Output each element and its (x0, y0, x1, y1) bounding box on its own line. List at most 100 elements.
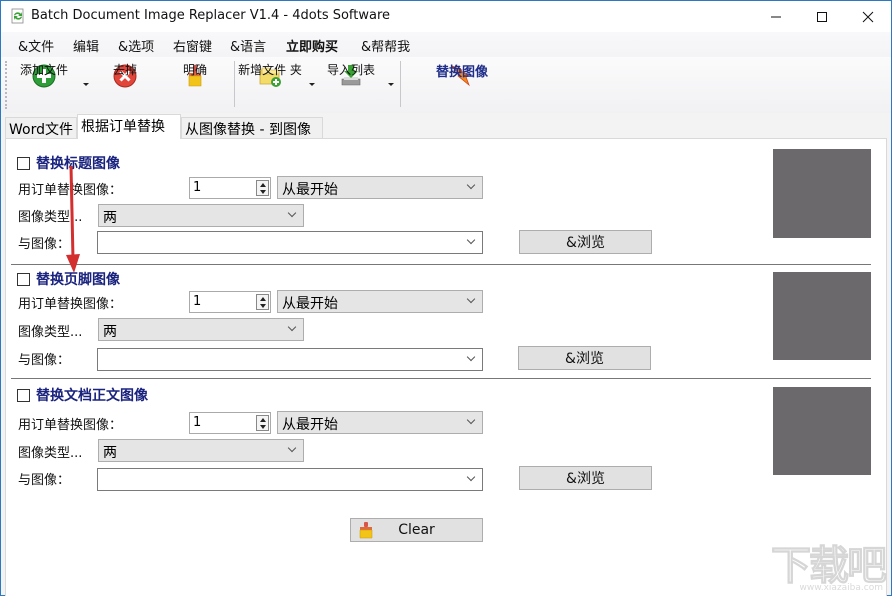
section-title: 替换文档正文图像 (36, 388, 148, 404)
add-folder-label: 新增文件 夹 (238, 63, 302, 77)
clear-list-label: 明确 (182, 63, 207, 77)
menu-buy-now[interactable]: 立即购买 (286, 36, 338, 55)
section-divider (11, 264, 871, 265)
order-spinner[interactable]: 1 (189, 412, 271, 434)
image-preview (773, 387, 871, 475)
title-bar: Batch Document Image Replacer V1.4 - 4do… (1, 1, 891, 32)
image-type-value: 两 (103, 210, 117, 226)
order-label: 用订单替换图像： (18, 183, 123, 198)
chevron-down-icon (466, 472, 476, 482)
tab-replace-from-image-to-image[interactable]: 从图像替换 - 到图像 (181, 117, 323, 139)
brush-icon (359, 522, 373, 539)
minimize-button[interactable] (753, 1, 799, 32)
spinner-up-icon (260, 297, 266, 301)
menu-context[interactable]: 右窗键 (173, 36, 212, 55)
chevron-down-icon (466, 180, 476, 190)
order-spinner[interactable]: 1 (189, 291, 271, 313)
with-image-label: 与图像： (18, 353, 71, 368)
section-divider (11, 378, 871, 379)
image-type-value: 两 (103, 324, 117, 340)
image-preview (773, 149, 871, 238)
close-button[interactable] (845, 1, 891, 32)
chevron-down-icon (466, 294, 476, 304)
tab-replace-by-order[interactable]: 根据订单替换 (77, 114, 181, 139)
toolbar-separator (234, 61, 235, 107)
image-type-dropdown[interactable]: 两 (98, 318, 304, 341)
with-image-combo[interactable] (97, 231, 483, 254)
replace-header-checkbox[interactable] (17, 156, 30, 170)
import-list-label: 导入列表 (326, 63, 375, 77)
from-value: 从最开始 (282, 296, 338, 312)
tab-word-files[interactable]: Word文件 (5, 117, 77, 139)
order-spinner[interactable]: 1 (189, 177, 271, 199)
section-title: 替换标题图像 (36, 156, 120, 172)
order-value: 1 (193, 180, 202, 195)
app-icon (11, 8, 24, 24)
image-type-dropdown[interactable]: 两 (98, 439, 304, 462)
clear-button[interactable]: Clear (350, 518, 483, 542)
spinner-arrows[interactable] (256, 415, 269, 431)
with-image-combo[interactable] (97, 468, 483, 491)
order-label: 用订单替换图像： (18, 418, 123, 433)
with-image-combo[interactable] (97, 348, 483, 371)
clear-list-button[interactable]: 明确 (175, 59, 215, 109)
menu-bar: &文件 编辑 &选项 右窗键 &语言 立即购买 &帮帮我 (1, 32, 891, 57)
chevron-down-icon (287, 208, 297, 218)
menu-file[interactable]: &文件 (18, 36, 54, 55)
add-files-button[interactable]: 添加文件 (17, 59, 71, 109)
from-value: 从最开始 (282, 182, 338, 198)
browse-button[interactable]: &浏览 (518, 346, 651, 370)
spinner-arrows[interactable] (256, 180, 269, 196)
order-value: 1 (193, 294, 202, 309)
app-window: Batch Document Image Replacer V1.4 - 4do… (0, 0, 892, 596)
browse-button[interactable]: &浏览 (519, 230, 652, 254)
remove-button[interactable]: 去掉 (105, 59, 145, 109)
from-dropdown[interactable]: 从最开始 (277, 290, 483, 313)
toolbar-grip[interactable] (5, 61, 7, 109)
chevron-down-icon (466, 352, 476, 362)
from-dropdown[interactable]: 从最开始 (277, 411, 483, 434)
section-title: 替换页脚图像 (36, 272, 120, 288)
menu-help[interactable]: &帮帮我 (361, 36, 410, 55)
with-image-label: 与图像： (18, 237, 71, 252)
chevron-down-icon (466, 235, 476, 245)
watermark-url: www.xiazaiba.com (799, 583, 883, 593)
with-image-label: 与图像： (18, 473, 71, 488)
chevron-down-icon (287, 443, 297, 453)
add-folder-dropdown-arrow[interactable] (309, 83, 315, 86)
import-list-button[interactable]: 导入列表 (323, 59, 379, 109)
add-folder-button[interactable]: 新增文件 夹 (237, 59, 303, 109)
tab-strip: Word文件 根据订单替换 从图像替换 - 到图像 (1, 113, 891, 139)
replace-images-label: 替换图像 (435, 65, 488, 80)
maximize-icon (817, 11, 827, 22)
menu-language[interactable]: &语言 (230, 36, 266, 55)
image-preview (773, 272, 871, 360)
spinner-up-icon (260, 183, 266, 187)
from-value: 从最开始 (282, 417, 338, 433)
add-files-dropdown-arrow[interactable] (83, 83, 89, 86)
add-files-label: 添加文件 (19, 63, 68, 77)
spinner-down-icon (260, 425, 266, 429)
menu-options[interactable]: &选项 (118, 36, 154, 55)
image-type-label: 图像类型... (18, 210, 83, 225)
spinner-down-icon (260, 304, 266, 308)
order-label: 用订单替换图像： (18, 297, 123, 312)
browse-button[interactable]: &浏览 (519, 466, 652, 490)
order-value: 1 (193, 415, 202, 430)
image-type-dropdown[interactable]: 两 (98, 204, 304, 227)
chevron-down-icon (287, 322, 297, 332)
toolbar-separator (400, 61, 401, 107)
spinner-arrows[interactable] (256, 294, 269, 310)
window-title: Batch Document Image Replacer V1.4 - 4do… (31, 8, 391, 23)
menu-edit[interactable]: 编辑 (73, 36, 99, 55)
replace-footer-checkbox[interactable] (17, 272, 30, 286)
replace-images-button[interactable]: 替换图像 (429, 59, 495, 109)
replace-body-checkbox[interactable] (17, 388, 30, 402)
import-list-dropdown-arrow[interactable] (388, 83, 394, 86)
chevron-down-icon (466, 415, 476, 425)
from-dropdown[interactable]: 从最开始 (277, 176, 483, 199)
spinner-down-icon (260, 190, 266, 194)
maximize-button[interactable] (799, 1, 845, 32)
close-icon (862, 11, 874, 22)
image-type-label: 图像类型... (18, 325, 83, 340)
